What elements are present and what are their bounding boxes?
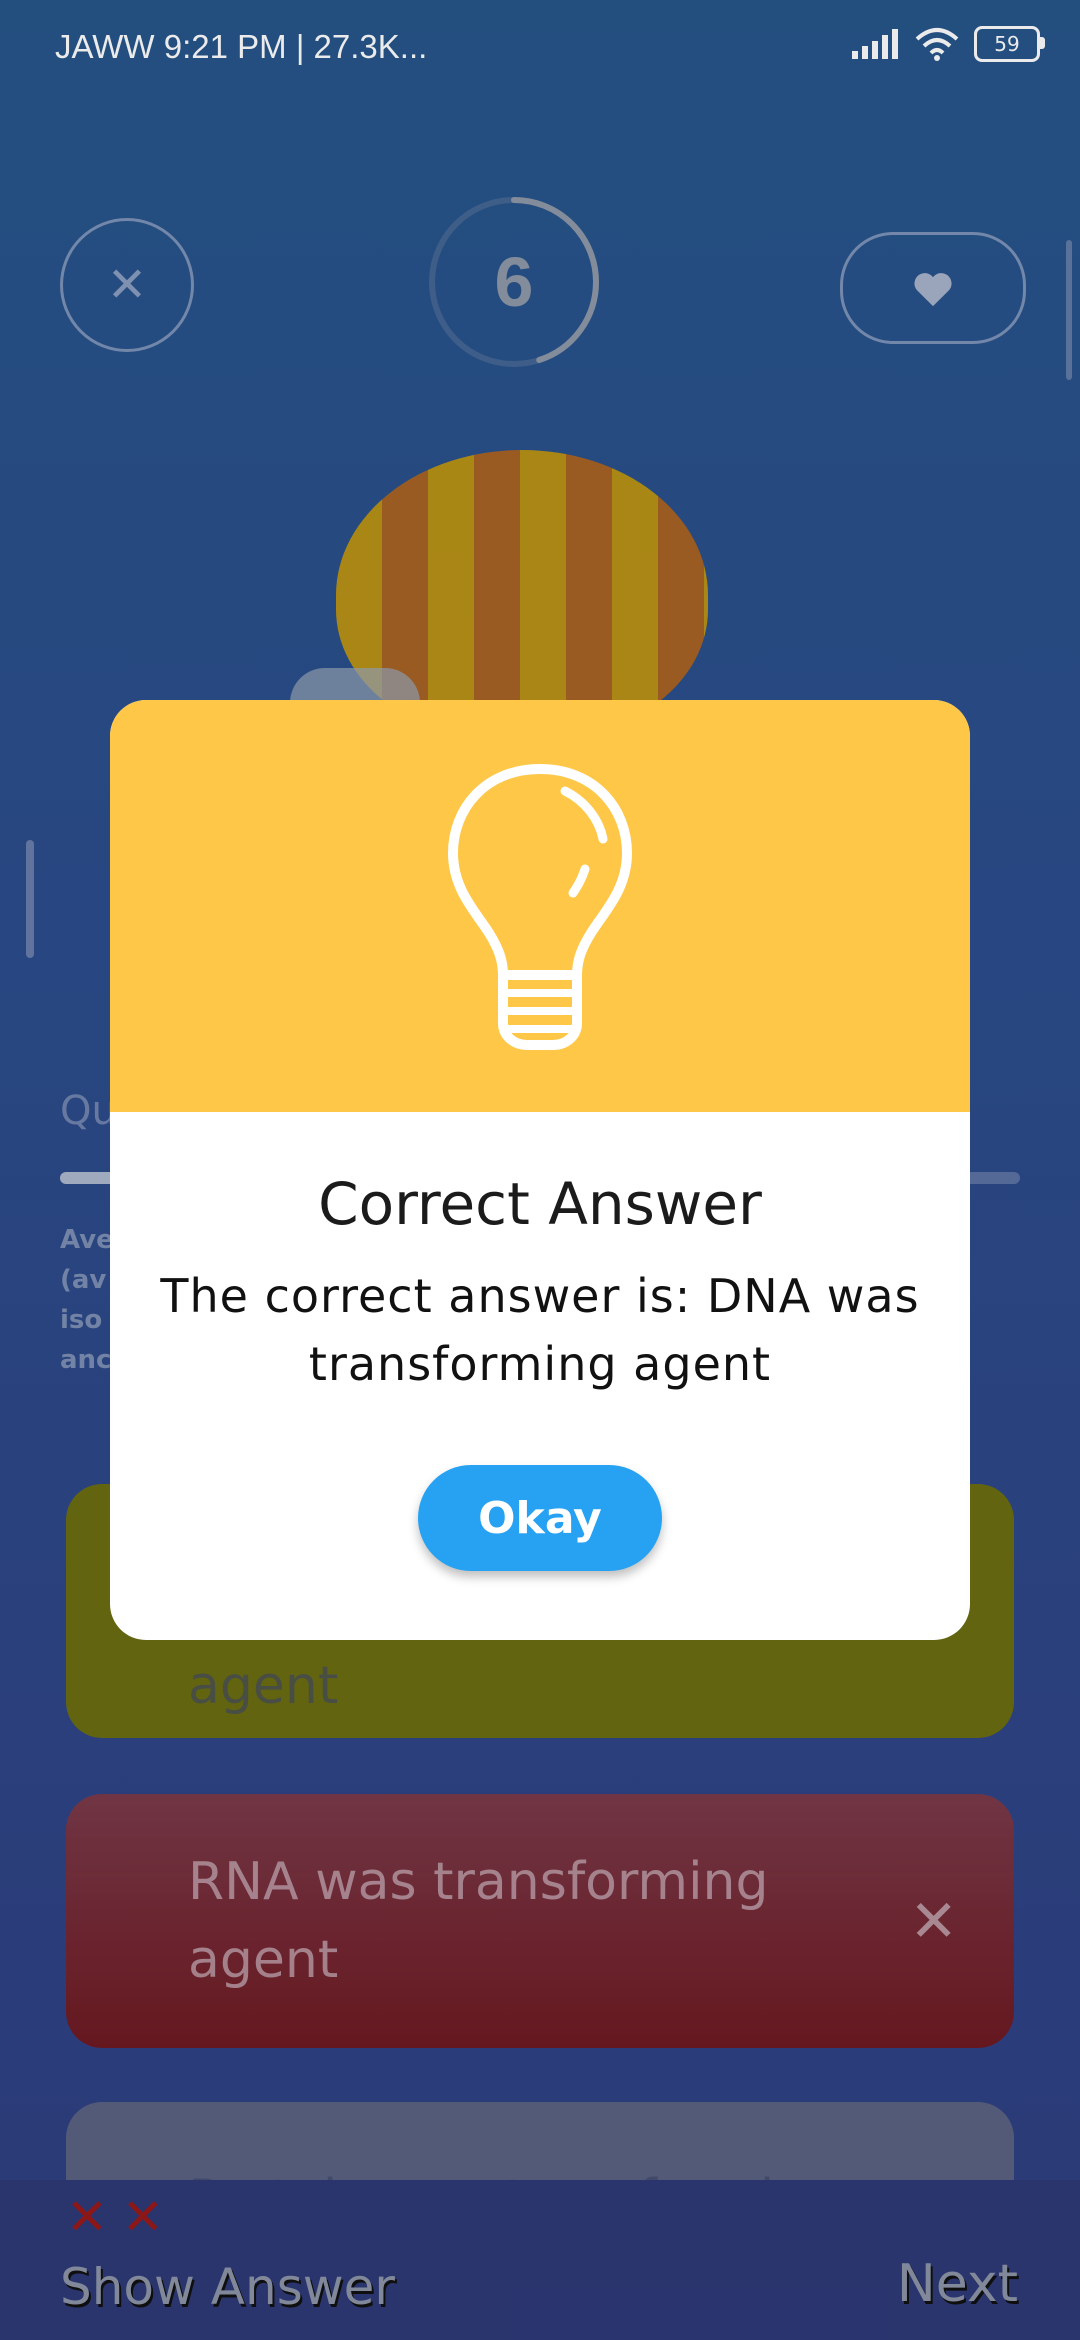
okay-button[interactable]: Okay (418, 1465, 662, 1571)
dialog-header (110, 700, 970, 1112)
quiz-screen: JAWW 9:21 PM | 27.3K... 59 ✕ 6 Qu Ave (a… (0, 0, 1080, 2340)
lightbulb-icon (448, 764, 632, 1050)
correct-answer-dialog: Correct Answer The correct answer is: DN… (110, 700, 970, 1640)
dialog-title: Correct Answer (318, 1170, 762, 1238)
dialog-message: The correct answer is: DNA was transform… (160, 1269, 920, 1391)
